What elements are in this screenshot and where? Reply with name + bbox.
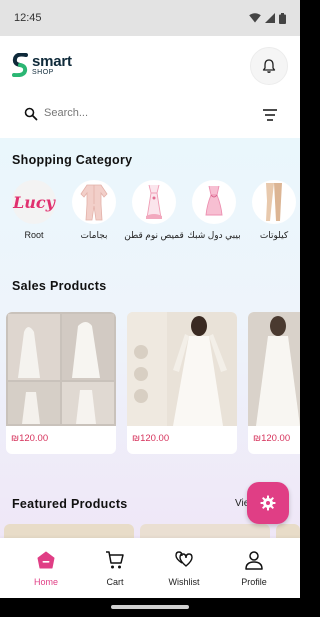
featured-product-card[interactable] [4, 524, 134, 538]
logo-text: smart SHOP [32, 54, 72, 76]
featured-product-card[interactable] [140, 524, 270, 538]
wishlist-icon [175, 551, 193, 567]
cart-icon [106, 551, 124, 569]
bottom-navigation: Home Cart Wishlist Profile [0, 538, 300, 598]
logo-mark-icon [12, 53, 28, 77]
home-content[interactable]: Shopping Category Lucy Root بجامات قميص … [0, 138, 300, 538]
category-label: Root [24, 230, 44, 240]
nav-home[interactable]: Home [16, 550, 76, 587]
wifi-icon [249, 13, 261, 23]
sales-product-card[interactable]: ₪120.00 [6, 312, 116, 454]
category-babydoll-mesh[interactable]: بيبي دول شبك [184, 180, 244, 242]
product-image [6, 312, 116, 426]
lucy-logo: Lucy [13, 192, 55, 212]
gesture-bar [0, 598, 300, 617]
legs-icon [266, 183, 282, 221]
status-time: 12:45 [14, 12, 42, 24]
nav-cart[interactable]: Cart [85, 550, 145, 587]
logo-sub-text: SHOP [32, 69, 54, 76]
nav-label: Cart [106, 577, 124, 587]
filter-menu-icon[interactable] [262, 109, 278, 121]
logo-main-text: smart [32, 53, 72, 70]
category-panties[interactable]: كيلوتات [244, 180, 300, 242]
babydoll-icon [205, 185, 223, 216]
nav-label: Wishlist [168, 577, 200, 587]
category-image [72, 180, 116, 224]
featured-products-title: Featured Products [12, 497, 128, 511]
status-bar: 12:45 [0, 0, 300, 36]
product-price: ₪120.00 [11, 433, 49, 444]
category-label: بيبي دول شبك [187, 230, 241, 240]
product-price: ₪120.00 [253, 433, 291, 444]
notifications-button[interactable] [250, 47, 288, 85]
pajama-icon [80, 184, 108, 221]
gear-icon [260, 495, 276, 511]
category-image [192, 180, 236, 224]
category-cotton-nightgown[interactable]: قميص نوم قطن [124, 180, 184, 242]
search-bar [0, 96, 300, 138]
nav-label: Home [33, 577, 58, 587]
category-label: قميص نوم قطن [124, 230, 184, 240]
category-root[interactable]: Lucy Root [4, 180, 64, 242]
category-pajamas[interactable]: بجامات [64, 180, 124, 242]
battery-icon [279, 12, 286, 24]
app-screen: 12:45 smart SHOP Search... Shopping Cate… [0, 0, 300, 617]
featured-product-card[interactable] [276, 524, 300, 538]
category-label: بجامات [80, 230, 108, 240]
nav-profile[interactable]: Profile [224, 550, 284, 587]
nav-label: Profile [241, 577, 267, 587]
sales-product-card[interactable]: ₪120.00 [248, 312, 300, 454]
profile-icon [245, 551, 263, 570]
status-icons [249, 12, 286, 24]
product-image [127, 312, 237, 426]
signal-icon [265, 13, 275, 23]
nav-wishlist[interactable]: Wishlist [154, 550, 214, 587]
category-image: Lucy [12, 180, 56, 224]
category-image [132, 180, 176, 224]
sales-product-card[interactable]: ₪120.00 [127, 312, 237, 454]
product-image [248, 312, 300, 426]
bell-icon [262, 59, 276, 73]
home-icon [37, 551, 55, 569]
shopping-category-title: Shopping Category [12, 153, 133, 167]
smart-shop-logo[interactable]: smart SHOP [12, 53, 72, 77]
search-input[interactable] [44, 103, 224, 123]
sales-products-title: Sales Products [12, 279, 107, 293]
product-price: ₪120.00 [132, 433, 170, 444]
category-image [252, 180, 296, 224]
search-icon[interactable] [24, 107, 38, 121]
nightgown-icon [146, 184, 162, 219]
category-label: كيلوتات [259, 230, 289, 240]
gesture-handle[interactable] [111, 605, 189, 609]
app-header: smart SHOP [0, 36, 300, 96]
settings-fab-button[interactable] [247, 482, 289, 524]
